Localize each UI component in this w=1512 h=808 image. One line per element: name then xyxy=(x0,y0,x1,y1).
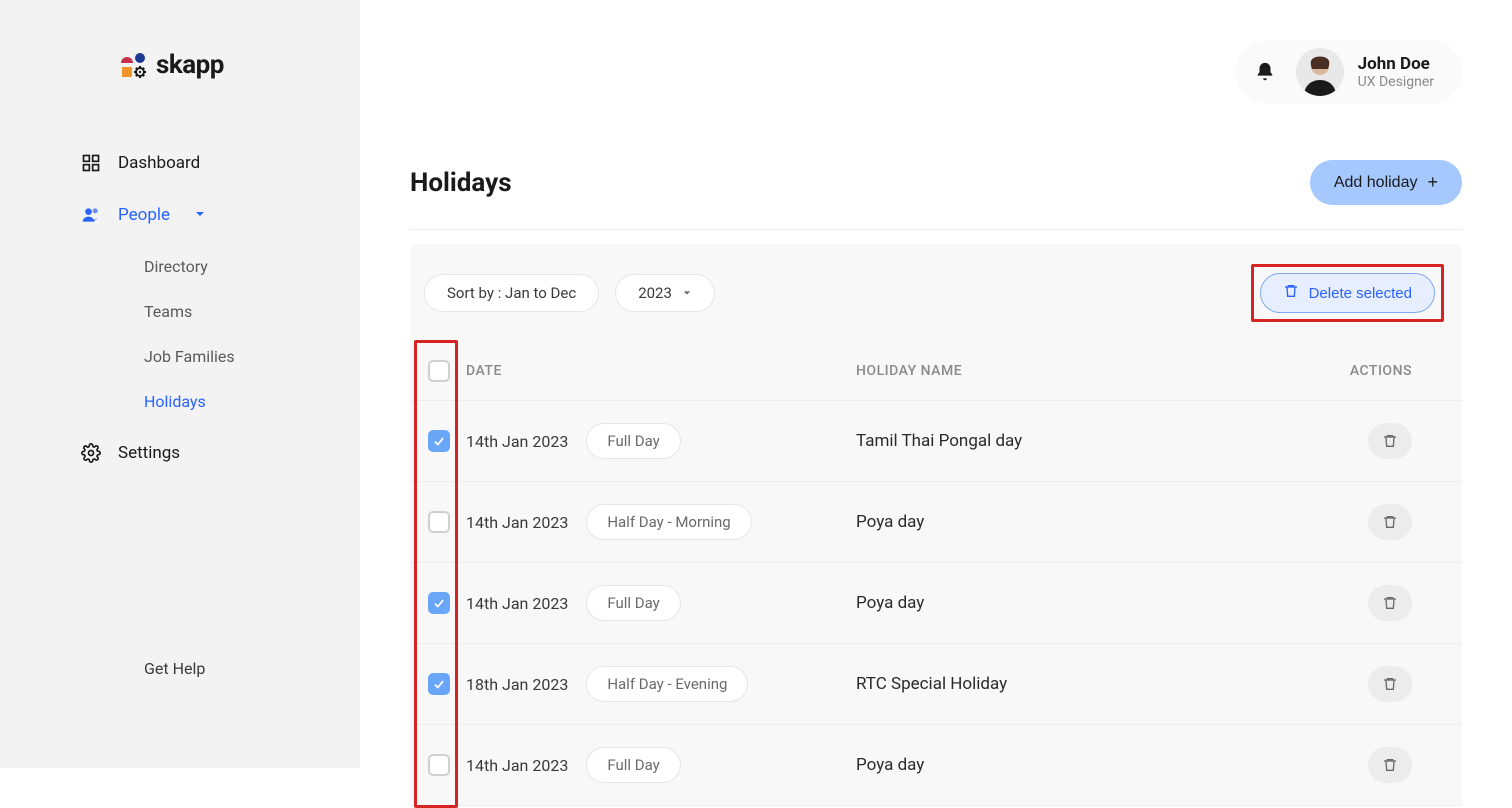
holiday-name: Poya day xyxy=(856,755,924,775)
user-area[interactable]: John Doe UX Designer xyxy=(1236,40,1462,104)
chevron-down-icon xyxy=(194,205,206,225)
dashboard-icon xyxy=(80,152,102,174)
table-header-actions: ACTIONS xyxy=(1322,342,1462,401)
page-header: Holidays Add holiday + xyxy=(410,160,1462,230)
sidebar-item-label: Settings xyxy=(118,443,180,463)
delete-row-button[interactable] xyxy=(1368,585,1412,621)
sidebar-item-job-families[interactable]: Job Families xyxy=(144,334,360,379)
sidebar-item-people[interactable]: People xyxy=(80,192,360,238)
sidebar-footer: Get Help xyxy=(0,659,360,768)
holiday-date: 18th Jan 2023 xyxy=(466,675,568,694)
sidebar-nav: Dashboard People Directory xyxy=(0,140,360,476)
duration-badge: Half Day - Morning xyxy=(586,504,751,540)
trash-icon xyxy=(1283,283,1299,303)
topbar: John Doe UX Designer xyxy=(410,40,1462,104)
avatar xyxy=(1296,48,1344,96)
bell-icon[interactable] xyxy=(1254,61,1276,83)
plus-icon: + xyxy=(1427,172,1438,193)
sidebar-item-directory[interactable]: Directory xyxy=(144,244,360,289)
table-row: 18th Jan 2023 Half Day - Evening RTC Speci… xyxy=(410,644,1462,725)
duration-badge: Full Day xyxy=(586,423,680,459)
row-checkbox[interactable] xyxy=(428,754,450,776)
people-icon xyxy=(80,204,102,226)
holiday-name: RTC Special Holiday xyxy=(856,674,1007,694)
holiday-date: 14th Jan 2023 xyxy=(466,432,568,451)
row-checkbox[interactable] xyxy=(428,673,450,695)
add-holiday-label: Add holiday xyxy=(1334,174,1418,192)
user-name: John Doe xyxy=(1358,54,1434,74)
page-title: Holidays xyxy=(410,168,512,198)
delete-row-button[interactable] xyxy=(1368,423,1412,459)
year-value: 2023 xyxy=(638,284,672,302)
sidebar: skapp Dashboard xyxy=(0,0,360,768)
holiday-date: 14th Jan 2023 xyxy=(466,756,568,775)
duration-badge: Full Day xyxy=(586,747,680,783)
brand-name: skapp xyxy=(156,50,224,80)
sidebar-item-teams[interactable]: Teams xyxy=(144,289,360,334)
duration-badge: Half Day - Evening xyxy=(586,666,748,702)
select-all-checkbox[interactable] xyxy=(428,360,450,382)
filters-row: Sort by : Jan to Dec 2023 xyxy=(410,244,1462,342)
row-checkbox[interactable] xyxy=(428,430,450,452)
delete-selected-highlight: Delete selected xyxy=(1251,264,1444,322)
delete-selected-label: Delete selected xyxy=(1309,285,1412,302)
get-help-link[interactable]: Get Help xyxy=(144,659,360,678)
sort-label: Sort by : Jan to Dec xyxy=(447,284,576,302)
table-header-name: HOLIDAY NAME xyxy=(856,342,1322,401)
chevron-down-icon xyxy=(682,284,692,302)
brand-logo: skapp xyxy=(0,50,360,140)
table-row: 14th Jan 2023 Full Day Poya day xyxy=(410,725,1462,806)
table-row: 14th Jan 2023 Half Day - Morning Poya day xyxy=(410,482,1462,563)
sidebar-item-label: People xyxy=(118,205,170,225)
holidays-table-wrapper: Sort by : Jan to Dec 2023 xyxy=(410,244,1462,806)
sidebar-item-label: Dashboard xyxy=(118,153,200,173)
row-checkbox[interactable] xyxy=(428,592,450,614)
sidebar-item-settings[interactable]: Settings xyxy=(80,430,360,476)
table-row: 14th Jan 2023 Full Day Tamil Thai Pongal d… xyxy=(410,401,1462,482)
holiday-date: 14th Jan 2023 xyxy=(466,513,568,532)
delete-row-button[interactable] xyxy=(1368,504,1412,540)
user-meta: John Doe UX Designer xyxy=(1358,54,1434,90)
holidays-table: DATE HOLIDAY NAME ACTIONS 14th Jan 2023 F… xyxy=(410,342,1462,806)
year-dropdown[interactable]: 2023 xyxy=(615,274,715,312)
row-checkbox[interactable] xyxy=(428,511,450,533)
table-header-date: DATE xyxy=(466,342,856,401)
table-row: 14th Jan 2023 Full Day Poya day xyxy=(410,563,1462,644)
add-holiday-button[interactable]: Add holiday + xyxy=(1310,160,1462,205)
main-content: John Doe UX Designer Holidays Add holida… xyxy=(360,0,1512,768)
holiday-name: Poya day xyxy=(856,593,924,613)
user-role: UX Designer xyxy=(1358,74,1434,90)
sidebar-item-dashboard[interactable]: Dashboard xyxy=(80,140,360,186)
delete-row-button[interactable] xyxy=(1368,666,1412,702)
delete-row-button[interactable] xyxy=(1368,747,1412,783)
sidebar-people-subitems: Directory Teams Job Families Holidays xyxy=(80,244,360,424)
sort-dropdown[interactable]: Sort by : Jan to Dec xyxy=(424,274,599,312)
brand-logo-mark xyxy=(120,51,148,79)
holiday-name: Poya day xyxy=(856,512,924,532)
sidebar-item-holidays[interactable]: Holidays xyxy=(144,379,360,424)
holiday-name: Tamil Thai Pongal day xyxy=(856,431,1022,451)
holiday-date: 14th Jan 2023 xyxy=(466,594,568,613)
duration-badge: Full Day xyxy=(586,585,680,621)
gear-icon xyxy=(80,442,102,464)
delete-selected-button[interactable]: Delete selected xyxy=(1260,273,1435,313)
